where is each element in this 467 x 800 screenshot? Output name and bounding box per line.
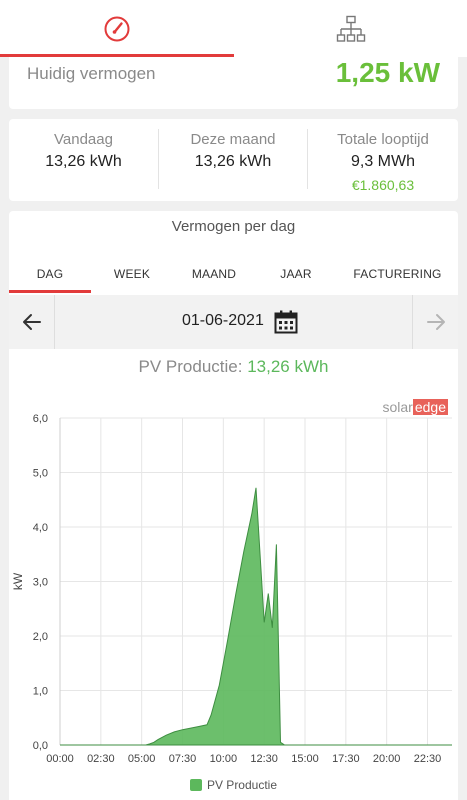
- y-tick-label: 2,0: [33, 631, 48, 643]
- current-power-value: 1,25 kW: [335, 57, 440, 88]
- stat-lifetime-money: €1.860,63: [351, 177, 415, 193]
- x-tick-label: 10:00: [210, 753, 238, 765]
- current-power-label: Huidig vermogen: [27, 64, 156, 83]
- tab-month[interactable]: MAAND: [173, 255, 255, 293]
- x-tick-label: 05:00: [128, 753, 156, 765]
- selected-date[interactable]: 01-06-2021: [182, 312, 264, 330]
- pv-production-total: PV Productie: 13,26 kWh: [9, 357, 458, 377]
- calendar-icon: [274, 310, 298, 334]
- site-layout-icon: [336, 15, 365, 42]
- legend-swatch: [189, 779, 202, 791]
- legend-label: PV Productie: [206, 778, 278, 792]
- energy-stats-card: Vandaag 13,26 kWh Deze maand 13,26 kWh T…: [9, 119, 458, 201]
- tab-dashboard[interactable]: [0, 0, 234, 57]
- y-tick-label: 4,0: [33, 522, 48, 534]
- y-tick-label: 3,0: [33, 577, 48, 589]
- chart-card-title: Vermogen per dag: [171, 218, 296, 235]
- y-tick-label: 5,0: [33, 468, 48, 480]
- previous-date-button[interactable]: [9, 295, 55, 349]
- x-tick-label: 07:30: [169, 753, 197, 765]
- x-tick-label: 17:30: [332, 753, 360, 765]
- stat-today: Vandaag 13,26 kWh: [9, 119, 158, 201]
- y-tick-label: 1,0: [33, 686, 48, 698]
- tab-week[interactable]: WEEK: [91, 255, 173, 293]
- pv-production-value: 13,26 kWh: [247, 357, 329, 376]
- x-tick-label: 22:30: [414, 753, 442, 765]
- calendar-button[interactable]: [274, 310, 298, 339]
- series-area-pv-productie: [60, 487, 452, 746]
- next-date-button[interactable]: [412, 295, 458, 349]
- top-navigation: [0, 0, 467, 57]
- x-tick-label: 15:00: [291, 753, 319, 765]
- stat-month-label: Deze maand: [190, 131, 276, 148]
- stat-today-label: Vandaag: [54, 131, 113, 148]
- y-tick-label: 6,0: [33, 413, 48, 425]
- current-power-card: Huidig vermogen 1,25 kW: [9, 57, 458, 109]
- dashboard-gauge-icon: [104, 16, 130, 41]
- x-tick-label: 00:00: [46, 753, 74, 765]
- stat-lifetime-label: Totale looptijd: [337, 131, 429, 148]
- power-area-chart: 0,0 1,0 2,0 3,0 4,0 5,0 6,0 00:00 02:30 05:00 07:3…: [11, 413, 452, 765]
- stat-month-value: 13,26 kWh: [194, 153, 272, 170]
- date-navigator: 01-06-2021: [9, 295, 458, 349]
- tab-day[interactable]: DAG: [9, 255, 91, 293]
- stat-month: Deze maand 13,26 kWh: [158, 129, 308, 189]
- period-tabs: DAG WEEK MAAND JAAR FACTURERING: [9, 255, 458, 293]
- x-tick-label: 02:30: [87, 753, 115, 765]
- tab-year[interactable]: JAAR: [255, 255, 337, 293]
- arrow-right-icon: [426, 314, 445, 330]
- tab-site-layout[interactable]: [234, 0, 467, 57]
- stat-lifetime: Totale looptijd 9,3 MWh €1.860,63: [308, 119, 458, 201]
- y-tick-label: 0,0: [33, 740, 48, 752]
- tab-billing[interactable]: FACTURERING: [337, 255, 458, 293]
- stat-today-value: 13,26 kWh: [45, 153, 122, 170]
- y-axis-label: kW: [11, 572, 25, 590]
- pv-production-label: PV Productie:: [138, 357, 248, 376]
- chart-legend[interactable]: PV Productie: [9, 778, 458, 792]
- x-tick-label: 20:00: [373, 753, 401, 765]
- stat-lifetime-value: 9,3 MWh: [350, 153, 415, 170]
- power-chart-card: Vermogen per dag DAG WEEK MAAND JAAR FAC…: [9, 211, 458, 800]
- arrow-left-icon: [22, 314, 41, 330]
- x-tick-label: 12:30: [250, 753, 278, 765]
